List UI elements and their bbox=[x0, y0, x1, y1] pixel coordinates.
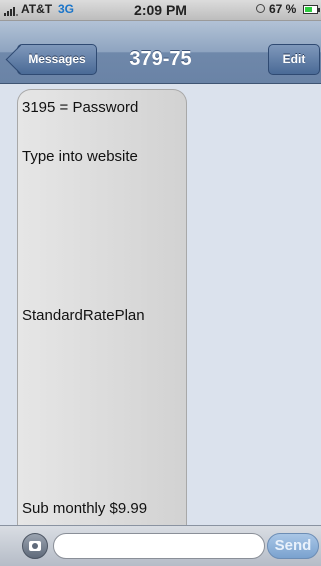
message-thread[interactable]: 3195 = Password Type into website Standa… bbox=[0, 84, 321, 529]
navigation-bar: Messages 379-75 Edit bbox=[0, 21, 321, 84]
message-input[interactable] bbox=[53, 533, 265, 559]
message-line: Type into website bbox=[22, 148, 138, 165]
alarm-icon bbox=[256, 4, 265, 13]
camera-icon bbox=[29, 541, 41, 551]
message-line: StandardRatePlan bbox=[22, 307, 145, 324]
camera-button[interactable] bbox=[22, 533, 48, 559]
message-line: Sub monthly $9.99 bbox=[22, 500, 148, 517]
send-button[interactable]: Send bbox=[267, 533, 319, 559]
edit-button[interactable]: Edit bbox=[268, 44, 320, 75]
battery-fill bbox=[305, 7, 312, 12]
composer-bar: Send bbox=[0, 525, 321, 566]
battery-percent: 67 % bbox=[269, 2, 297, 16]
back-button[interactable]: Messages bbox=[17, 44, 97, 75]
status-bar: AT&T 3G 2:09 PM 67 % bbox=[0, 0, 321, 21]
message-line: 3195 = Password bbox=[22, 99, 139, 116]
battery-icon bbox=[303, 5, 320, 14]
